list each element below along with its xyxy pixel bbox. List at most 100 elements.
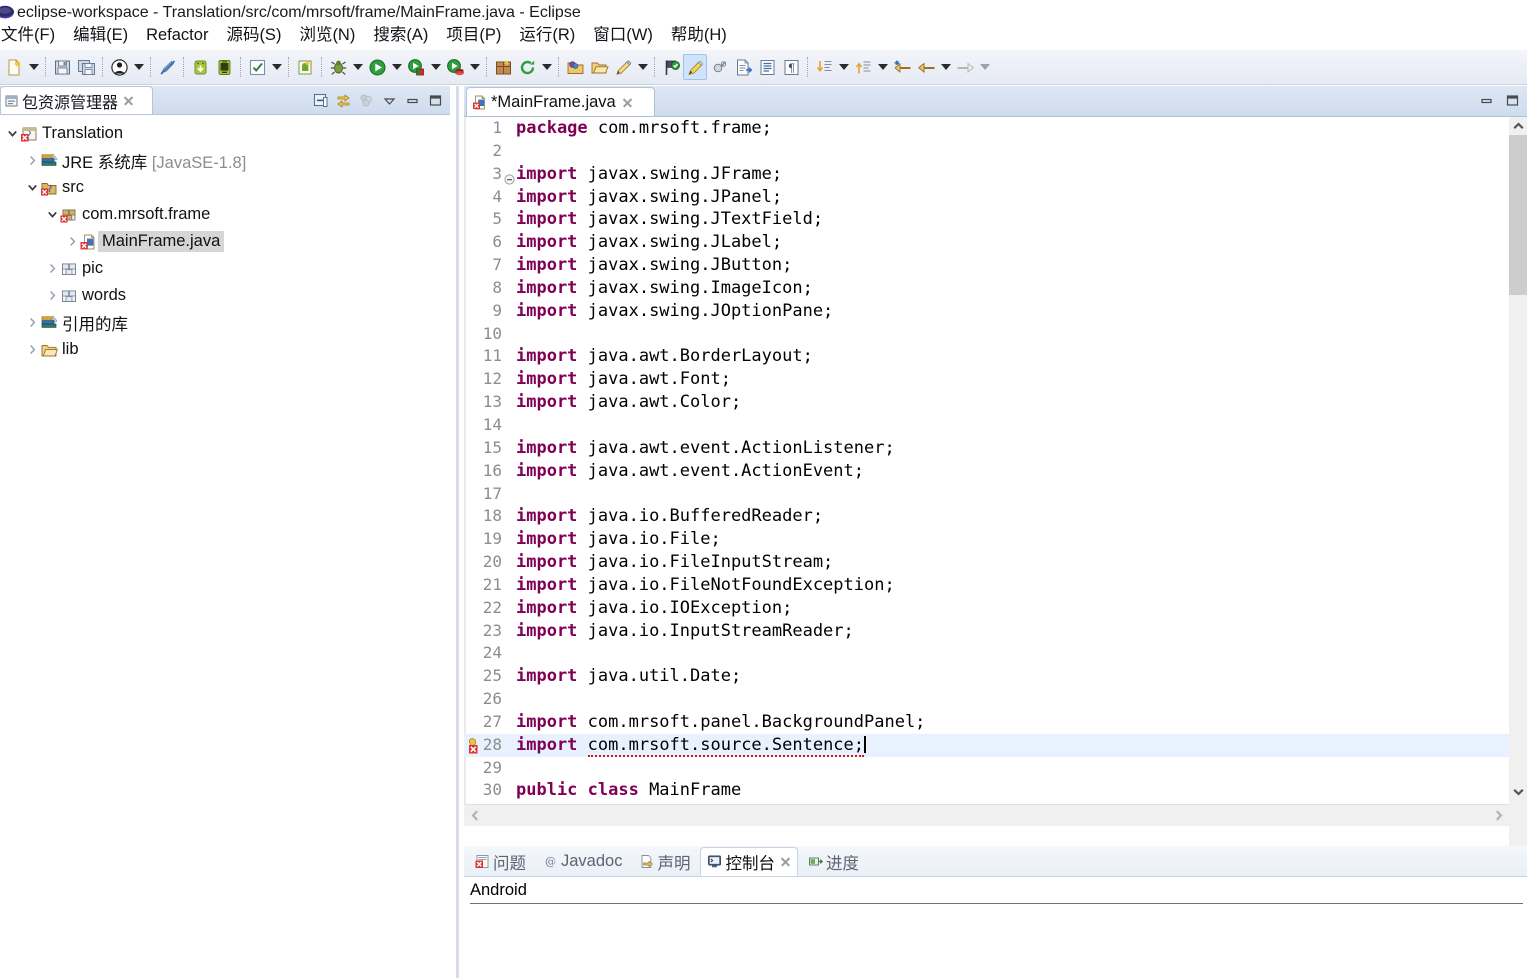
new-wizard-dropdown[interactable] [26,54,41,80]
chevron-right-icon[interactable] [24,342,40,358]
chevron-right-icon[interactable] [24,153,40,169]
menu-navigate[interactable]: 浏览(N) [290,22,364,48]
last-edit-icon[interactable] [890,54,914,80]
forward-dropdown[interactable] [977,54,992,80]
prev-member-icon[interactable] [851,54,875,80]
code-line[interactable]: 4 import javax.swing.JPanel; [464,186,1509,209]
code-line[interactable]: 6 import javax.swing.JLabel; [464,231,1509,254]
link-with-editor-icon[interactable] [334,91,352,109]
check-icon[interactable] [245,54,269,80]
minimize-icon[interactable] [1477,92,1495,110]
refresh-dropdown[interactable] [539,54,554,80]
bottom-tab-[interactable]: 声明 [632,847,697,876]
save-icon[interactable] [50,54,74,80]
maximize-icon[interactable] [426,91,444,109]
next-annotation-icon[interactable] [731,54,755,80]
code-line[interactable]: 21 import java.io.FileNotFoundException; [464,574,1509,597]
tree-item-jre[interactable]: JRE 系统库 [JavaSE-1.8] [0,147,450,174]
toggle-mark-icon[interactable] [707,54,731,80]
refresh-icon[interactable] [515,54,539,80]
save-all-icon[interactable] [74,54,98,80]
new-android-icon[interactable] [293,54,317,80]
menu-edit[interactable]: 编辑(E) [64,22,137,48]
code-line[interactable]: 23 import java.io.InputStreamReader; [464,620,1509,643]
collapse-all-icon[interactable] [311,91,329,109]
show-whitespace-icon[interactable] [755,54,779,80]
tab-mainframe-java[interactable]: *MainFrame.java [466,87,655,116]
tree-item-com.mrsoft.frame[interactable]: com.mrsoft.frame [0,201,450,228]
code-line[interactable]: 7 import javax.swing.JButton; [464,254,1509,277]
tree-item-lib[interactable]: lib [0,336,450,363]
code-line[interactable]: 3 import javax.swing.JFrame; [464,163,1509,186]
code-line[interactable]: 17 [464,483,1509,506]
tree-item-translation[interactable]: Translation [0,120,450,147]
bottom-tab-[interactable]: 问题 [468,847,533,876]
run-external-icon[interactable] [404,54,428,80]
scroll-up-icon[interactable] [1509,117,1527,135]
code-line[interactable]: 2 [464,140,1509,163]
code-editor[interactable]: 1 package com.mrsoft.frame; 2 3 import javax… [464,117,1527,846]
scroll-left-icon[interactable] [464,805,486,826]
bottom-tab-javadoc[interactable]: @ Javadoc [536,847,629,876]
run-external-dropdown[interactable] [428,54,443,80]
bottom-tab-[interactable]: 控制台 [700,847,798,876]
new-wizard-icon[interactable] [2,54,26,80]
code-line[interactable]: 8 import javax.swing.ImageIcon; [464,277,1509,300]
bottom-tab-[interactable]: 进度 [801,847,866,876]
tab-package-explorer[interactable]: 包资源管理器 [0,86,153,114]
forward-icon[interactable] [953,54,977,80]
menu-help[interactable]: 帮助(H) [662,22,736,48]
run-server-icon[interactable] [443,54,467,80]
code-line[interactable]: 15 import java.awt.event.ActionListener; [464,437,1509,460]
close-icon[interactable] [780,856,791,867]
next-member-dropdown[interactable] [836,54,851,80]
menu-run[interactable]: 运行(R) [510,22,584,48]
search-type-icon[interactable] [659,54,683,80]
maximize-icon[interactable] [1503,92,1521,110]
marker-icon[interactable] [683,54,707,80]
chevron-right-icon[interactable] [64,234,80,250]
run-icon[interactable] [365,54,389,80]
close-icon[interactable] [123,95,134,106]
menu-file[interactable]: 文件(F) [0,22,64,48]
menu-refactor[interactable]: Refactor [137,22,217,48]
debug-icon[interactable] [326,54,350,80]
code-line[interactable]: 5 import javax.swing.JTextField; [464,208,1509,231]
menu-project[interactable]: 项目(P) [437,22,510,48]
editor-hscrollbar[interactable] [464,804,1509,826]
new-package-icon[interactable] [491,54,515,80]
tree-item-src[interactable]: src [0,174,450,201]
code-line[interactable]: 20 import java.io.FileInputStream; [464,551,1509,574]
sash-vertical[interactable] [450,86,464,978]
prev-member-dropdown[interactable] [875,54,890,80]
back-dropdown[interactable] [938,54,953,80]
open-task-icon[interactable] [587,54,611,80]
view-menu-icon[interactable] [380,91,398,109]
code-line[interactable]: 16 import java.awt.event.ActionEvent; [464,460,1509,483]
code-line[interactable]: 22 import java.io.IOException; [464,597,1509,620]
android-sdk-manager-icon[interactable] [188,54,212,80]
tree-item-[interactable]: 引用的库 [0,309,450,336]
quickfix-error-icon[interactable] [465,737,482,754]
person-dropdown[interactable] [131,54,146,80]
fold-collapse-icon[interactable] [504,169,515,185]
next-member-icon[interactable] [812,54,836,80]
scroll-down-icon[interactable] [1509,782,1527,800]
no-pencil-icon[interactable] [155,54,179,80]
code-line[interactable]: 14 [464,414,1509,437]
tree-item-words[interactable]: words [0,282,450,309]
person-icon[interactable] [107,54,131,80]
pencil-dropdown[interactable] [635,54,650,80]
scroll-right-icon[interactable] [1487,805,1509,826]
editor-vscrollbar[interactable] [1509,117,1527,826]
code-line[interactable]: 29 [464,757,1509,780]
menu-search[interactable]: 搜索(A) [364,22,437,48]
pencil-icon[interactable] [611,54,635,80]
minimize-icon[interactable] [403,91,421,109]
check-dropdown[interactable] [269,54,284,80]
debug-dropdown[interactable] [350,54,365,80]
code-line[interactable]: 27 import com.mrsoft.panel.BackgroundPane… [464,711,1509,734]
code-line[interactable]: 19 import java.io.File; [464,528,1509,551]
close-icon[interactable] [622,97,633,108]
menu-window[interactable]: 窗口(W) [584,22,662,48]
